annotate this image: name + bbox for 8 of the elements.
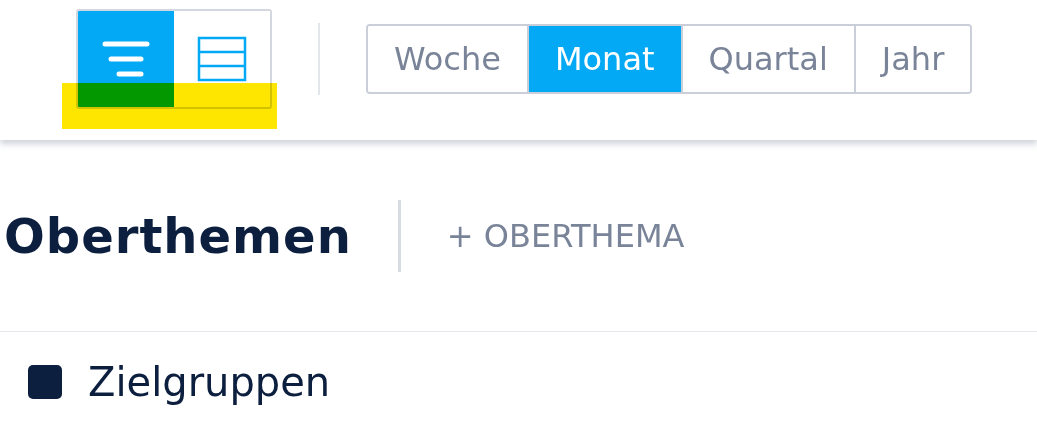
topic-label: Zielgruppen bbox=[88, 358, 331, 407]
period-tab[interactable]: Monat bbox=[526, 26, 681, 92]
period-tab[interactable]: Jahr bbox=[853, 26, 971, 92]
table-rows-icon bbox=[197, 36, 247, 82]
section-title: Oberthemen bbox=[4, 206, 352, 266]
menu-icon bbox=[101, 40, 151, 78]
topic-square-icon bbox=[28, 365, 62, 399]
add-topic-button[interactable]: + OBERTHEMA bbox=[446, 211, 685, 260]
